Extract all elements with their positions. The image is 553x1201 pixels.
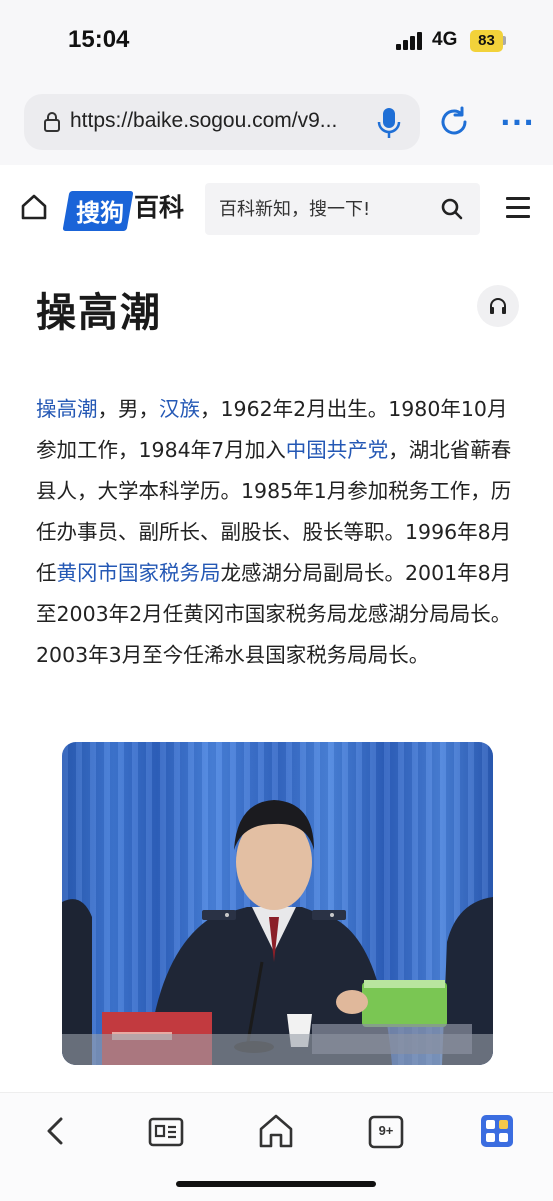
- more-options-icon[interactable]: ···: [500, 106, 535, 139]
- tabs-button[interactable]: 9+: [366, 1111, 406, 1151]
- microphone-icon[interactable]: [374, 106, 404, 140]
- browser-toolbar: https://baike.sogou.com/v9... ···: [0, 80, 553, 165]
- status-time: 15:04: [68, 26, 130, 53]
- url-text[interactable]: https://baike.sogou.com/v9...: [70, 109, 337, 133]
- reload-icon[interactable]: [436, 104, 472, 140]
- search-icon[interactable]: [441, 198, 463, 220]
- article-link[interactable]: 黄冈市国家税务局: [57, 561, 221, 585]
- logo-text: 百科: [134, 193, 185, 222]
- headphones-icon: [490, 298, 506, 314]
- battery-icon: 83: [470, 30, 503, 52]
- logo-highlight: 搜狗: [76, 199, 125, 227]
- article-link[interactable]: 中国共产党: [286, 438, 389, 462]
- article-text: ，男，: [97, 397, 160, 421]
- menu-icon[interactable]: [506, 197, 532, 219]
- article-photo[interactable]: [62, 742, 493, 1065]
- article-paragraph: 操高潮，男，汉族，1962年2月出生。1980年10月参加工作，1984年7月加…: [36, 389, 523, 676]
- listen-button[interactable]: [477, 285, 519, 327]
- address-bar[interactable]: https://baike.sogou.com/v9...: [24, 94, 420, 150]
- signal-icon: [396, 32, 426, 50]
- tabs-count: 9+: [378, 1123, 394, 1138]
- search-box[interactable]: [205, 183, 480, 235]
- search-input[interactable]: [219, 195, 429, 223]
- apps-grid-icon[interactable]: [477, 1111, 517, 1151]
- article-link[interactable]: 汉族: [159, 397, 200, 421]
- photo-content: [62, 800, 493, 1065]
- reader-mode-icon[interactable]: [146, 1111, 186, 1151]
- home-indicator: [176, 1181, 376, 1187]
- browser-home-icon[interactable]: [256, 1111, 296, 1151]
- lock-icon: [44, 112, 60, 132]
- status-bar: 15:04 4G 83: [0, 0, 553, 80]
- page-title: 操高潮: [36, 290, 162, 336]
- article-link[interactable]: 操高潮: [36, 397, 98, 421]
- home-icon[interactable]: [20, 193, 48, 221]
- sogou-baike-logo[interactable]: 搜狗 百科: [62, 191, 185, 231]
- battery-tip: [503, 36, 506, 45]
- network-type: 4G: [432, 29, 458, 50]
- back-icon[interactable]: [37, 1111, 77, 1151]
- site-header: 搜狗 百科: [0, 165, 553, 255]
